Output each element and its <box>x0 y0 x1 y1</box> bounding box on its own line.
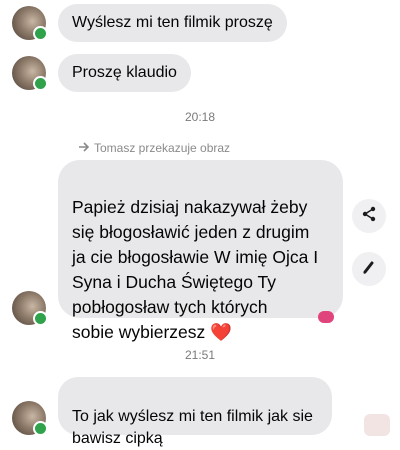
message-bubble[interactable]: Papież dzisiaj nakazywał żeby się błogos… <box>58 160 343 342</box>
online-status-dot <box>33 76 48 91</box>
message-text: Wyślesz mi ten filmik proszę <box>72 14 273 31</box>
timestamp: 20:18 <box>184 110 216 124</box>
message-text: Proszę klaudio <box>72 64 177 81</box>
share-button[interactable] <box>352 199 386 233</box>
pencil-icon <box>361 259 377 280</box>
online-status-dot <box>33 311 48 326</box>
message-text: To jak wyślesz mi ten filmik jak sie baw… <box>72 408 313 447</box>
online-status-dot <box>33 421 48 436</box>
timestamp: 21:51 <box>184 348 216 362</box>
forwarded-label-text: Tomasz przekazuje obraz <box>94 141 231 155</box>
avatar[interactable] <box>12 401 48 436</box>
avatar[interactable] <box>12 6 48 41</box>
message-bubble[interactable]: Proszę klaudio <box>58 54 191 92</box>
share-icon <box>361 206 377 227</box>
message-bubble[interactable]: To jak wyślesz mi ten filmik jak sie baw… <box>58 377 332 447</box>
message-bubble[interactable]: Wyślesz mi ten filmik proszę <box>58 4 287 42</box>
message-text: Papież dzisiaj nakazywał żeby się błogos… <box>72 197 319 342</box>
edit-button[interactable] <box>352 252 386 286</box>
reaction-icon[interactable] <box>318 311 334 323</box>
avatar[interactable] <box>12 56 48 91</box>
arrow-forward-icon <box>78 141 90 155</box>
avatar[interactable] <box>12 291 48 326</box>
heart-emoji: ❤️ <box>210 322 232 342</box>
online-status-dot <box>33 26 48 41</box>
watermark-icon <box>364 414 390 436</box>
forwarded-label: Tomasz przekazuje obraz <box>78 141 230 155</box>
